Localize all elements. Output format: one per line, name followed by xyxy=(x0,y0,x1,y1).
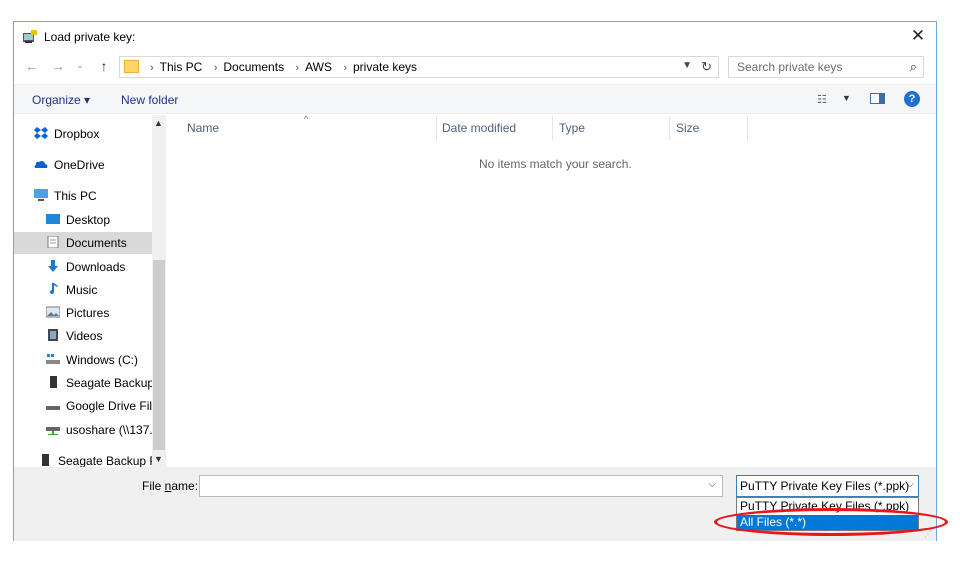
sidebar-item-label: usoshare (\\137. xyxy=(66,423,153,437)
network-drive-icon xyxy=(46,427,60,435)
sidebar-item-music[interactable]: Music xyxy=(46,279,97,301)
sidebar-item-label: Documents xyxy=(66,236,127,250)
breadcrumb: › This PC › Documents › AWS › private keys xyxy=(144,60,419,74)
sidebar-item-usoshare[interactable]: usoshare (\\137. xyxy=(46,419,153,441)
dropbox-icon xyxy=(34,127,48,139)
chevron-right-icon: › xyxy=(213,62,218,74)
sidebar-item-documents[interactable]: Documents xyxy=(14,232,152,254)
breadcrumb-aws[interactable]: AWS xyxy=(305,60,332,74)
open-file-dialog: Load private key: ✕ ← → ⌄ ↑ › This PC › Do… xyxy=(13,21,937,541)
navigation-pane: Dropbox OneDrive This PC Desktop Documen… xyxy=(14,115,166,471)
sidebar-item-pictures[interactable]: Pictures xyxy=(46,302,109,324)
breadcrumb-documents[interactable]: Documents xyxy=(223,60,284,74)
dialog-title: Load private key: xyxy=(44,30,136,44)
new-folder-button[interactable]: New folder xyxy=(121,93,178,107)
sidebar-item-google-drive[interactable]: Google Drive File xyxy=(46,395,159,417)
videos-icon xyxy=(48,329,58,341)
sidebar-item-label: Videos xyxy=(66,329,103,343)
sidebar-scrollbar-thumb[interactable] xyxy=(153,260,165,450)
column-header-type[interactable]: Type xyxy=(559,121,585,135)
sidebar-item-label: Dropbox xyxy=(54,127,100,141)
chevron-down-icon[interactable]: ▼ xyxy=(842,93,851,103)
sidebar-item-seagate-backup[interactable]: Seagate Backup xyxy=(46,372,154,394)
chevron-right-icon: › xyxy=(343,62,347,74)
sidebar-item-label: Google Drive File xyxy=(66,399,159,413)
column-header-name[interactable]: Name xyxy=(187,121,219,135)
sidebar-item-downloads[interactable]: Downloads xyxy=(46,256,125,278)
annotation-highlight-ellipse xyxy=(714,508,948,536)
address-bar[interactable]: › This PC › Documents › AWS › private keys ▼… xyxy=(119,56,719,78)
sidebar-item-label: Seagate Backup xyxy=(66,376,155,390)
command-bar: Organize ▾ New folder ☷ ▼ ? xyxy=(14,84,936,114)
column-divider[interactable] xyxy=(552,116,553,140)
sidebar-item-dropbox[interactable]: Dropbox xyxy=(34,123,99,145)
pictures-icon xyxy=(46,306,60,318)
sidebar-item-desktop[interactable]: Desktop xyxy=(46,209,110,231)
scroll-down-icon[interactable]: ▼ xyxy=(154,454,163,464)
folder-icon xyxy=(124,60,139,73)
putty-key-icon xyxy=(23,30,37,43)
drive-icon xyxy=(50,376,57,388)
forward-button[interactable]: → xyxy=(50,58,66,74)
chevron-down-icon[interactable]: ⌵ xyxy=(708,479,716,490)
documents-icon xyxy=(47,236,59,248)
sidebar-item-windows-c[interactable]: Windows (C:) xyxy=(46,349,138,371)
navigation-bar: ← → ⌄ ↑ › This PC › Documents › AWS › privat… xyxy=(14,54,936,82)
breadcrumb-private-keys[interactable]: private keys xyxy=(353,60,417,74)
file-type-select[interactable]: PuTTY Private Key Files (*.ppk) ⌵ xyxy=(736,475,919,497)
sidebar-item-onedrive[interactable]: OneDrive xyxy=(34,154,105,176)
search-icon[interactable]: ⌕ xyxy=(910,59,917,75)
downloads-icon xyxy=(48,260,58,272)
column-divider[interactable] xyxy=(436,116,437,140)
column-divider[interactable] xyxy=(669,116,670,140)
sidebar-item-label: OneDrive xyxy=(54,158,105,172)
view-options-icon[interactable]: ☷ xyxy=(817,93,827,106)
sidebar-item-videos[interactable]: Videos xyxy=(46,325,102,347)
search-box[interactable]: Search private keys ⌕ xyxy=(728,56,924,78)
resize-grip-icon[interactable]: ⋰ xyxy=(924,530,932,539)
close-button[interactable]: ✕ xyxy=(908,26,928,46)
title-bar: Load private key: ✕ xyxy=(14,22,936,52)
sidebar-item-this-pc[interactable]: This PC xyxy=(34,185,97,207)
windows-drive-icon xyxy=(46,354,60,364)
drive-icon xyxy=(42,454,49,466)
sidebar-item-label: Music xyxy=(66,283,98,297)
sidebar-item-label: Downloads xyxy=(66,260,126,274)
file-type-selected[interactable]: PuTTY Private Key Files (*.ppk) xyxy=(740,479,909,493)
back-button[interactable]: ← xyxy=(24,58,40,74)
up-button[interactable]: ↑ xyxy=(96,58,112,74)
help-icon[interactable]: ? xyxy=(904,91,920,107)
sidebar-item-label: Windows (C:) xyxy=(66,353,139,367)
column-header-size[interactable]: Size xyxy=(676,121,699,135)
sidebar-item-label: Pictures xyxy=(66,306,110,320)
column-divider[interactable] xyxy=(747,116,748,140)
organize-button[interactable]: Organize ▾ xyxy=(32,93,90,107)
breadcrumb-this-pc[interactable]: This PC xyxy=(160,60,203,74)
chevron-down-icon[interactable]: ▼ xyxy=(682,60,692,71)
chevron-right-icon: › xyxy=(295,62,300,74)
column-header-date-modified[interactable]: Date modified xyxy=(442,121,516,135)
preview-pane-icon[interactable] xyxy=(870,93,885,104)
desktop-icon xyxy=(46,214,60,224)
chevron-down-icon[interactable]: ⌵ xyxy=(906,479,914,490)
file-name-input[interactable]: ⌵ xyxy=(199,475,723,497)
sidebar-item-label: Desktop xyxy=(66,213,111,227)
pc-icon xyxy=(34,189,48,201)
refresh-icon[interactable]: ↻ xyxy=(701,59,712,75)
music-icon xyxy=(50,283,58,294)
empty-folder-message: No items match your search. xyxy=(479,157,632,171)
sidebar-item-label: Seagate Backup P xyxy=(58,454,158,468)
drive-icon xyxy=(46,406,60,410)
onedrive-icon xyxy=(34,160,48,168)
recent-locations-button[interactable]: ⌄ xyxy=(72,60,88,71)
file-name-label: File name: xyxy=(142,479,199,493)
scroll-up-icon[interactable]: ▲ xyxy=(154,118,163,128)
sidebar-item-label: This PC xyxy=(54,189,97,203)
search-input[interactable]: Search private keys xyxy=(737,60,842,74)
sort-ascending-icon: ^ xyxy=(304,114,309,124)
chevron-right-icon: › xyxy=(150,62,154,74)
